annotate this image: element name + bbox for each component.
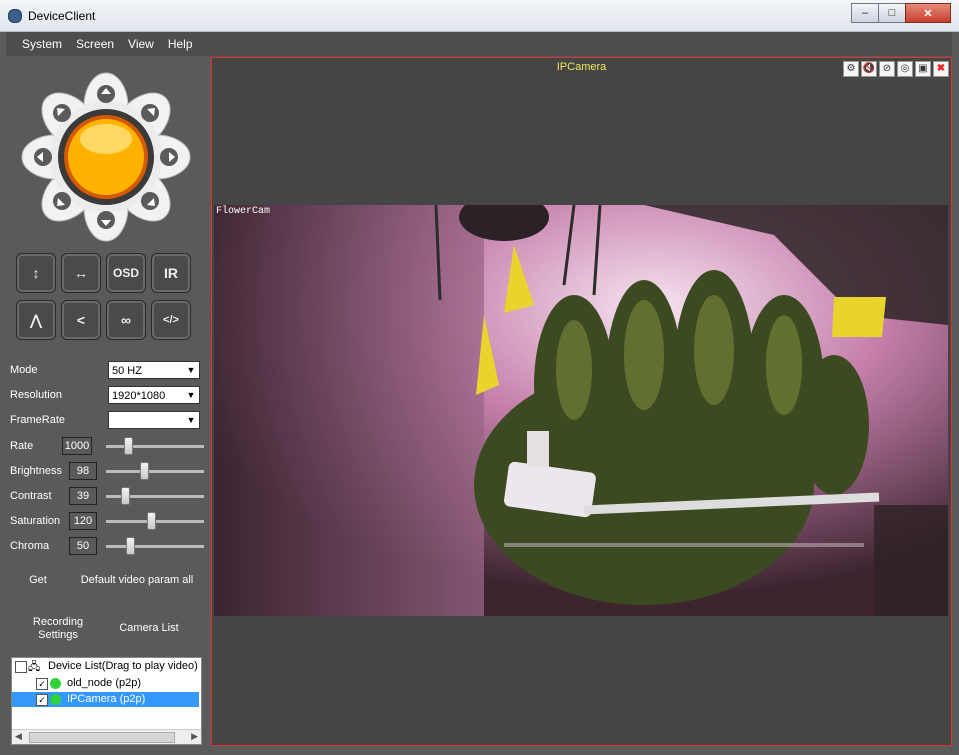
resolution-label: Resolution [10, 389, 62, 401]
rate-label: Rate [10, 440, 34, 452]
recording-settings-button[interactable]: Recording Settings [24, 616, 92, 642]
ptz-center-button[interactable] [68, 119, 144, 195]
menu-view[interactable]: View [128, 37, 154, 51]
maximize-button[interactable]: □ [878, 3, 906, 23]
tree-horizontal-scrollbar[interactable]: ◀ ▶ [12, 729, 201, 744]
ir-button[interactable]: IR [151, 253, 191, 293]
mode-select[interactable]: 50 HZ ▼ [108, 361, 200, 379]
rate-slider[interactable] [106, 437, 204, 455]
cruise-vertical-button[interactable]: ⋀ [16, 300, 56, 340]
device-tree: 🖧 Device List(Drag to play video) ✓ old_… [11, 657, 202, 745]
online-status-icon [50, 678, 61, 689]
close-button[interactable]: ✕ [905, 3, 951, 23]
scroll-right-icon[interactable]: ▶ [191, 731, 198, 742]
device-list-label: Device List(Drag to play video) [48, 660, 198, 672]
window-title: DeviceClient [28, 9, 96, 23]
rate-row: Rate 1000 [10, 436, 204, 456]
flip-horizontal-button[interactable]: ↔ [61, 253, 101, 293]
contrast-label: Contrast [10, 490, 52, 502]
menu-help[interactable]: Help [168, 37, 193, 51]
mode-value: 50 HZ [112, 365, 142, 377]
record-off-icon[interactable]: ◎ [897, 61, 913, 77]
ptz-up-right-button[interactable] [141, 104, 159, 122]
device-name: old_node (p2p) [67, 677, 142, 689]
mode-row: Mode 50 HZ ▼ [10, 360, 202, 380]
cruise-loop-button[interactable]: ∞ [106, 300, 146, 340]
close-video-icon[interactable]: ✖ [933, 61, 949, 77]
rate-value[interactable]: 1000 [62, 437, 92, 455]
ptz-up-left-button[interactable] [53, 104, 71, 122]
tree-item[interactable]: ✓ old_node (p2p) [12, 676, 199, 691]
saturation-label: Saturation [10, 515, 61, 527]
framerate-select[interactable]: ▼ [108, 411, 200, 429]
chevron-down-icon: ▼ [186, 365, 196, 375]
network-icon: 🖧 [28, 661, 41, 673]
tree-item-selected[interactable]: ✓ IPCamera (p2p) [12, 692, 199, 707]
ptz-down-right-button[interactable] [141, 192, 159, 210]
menu-system[interactable]: System [22, 37, 62, 51]
saturation-value[interactable]: 120 [69, 512, 97, 530]
settings-gear-icon[interactable]: ⚙ [843, 61, 859, 77]
default-video-param-button[interactable]: Default video param all [72, 574, 202, 586]
ptz-control [21, 72, 191, 242]
contrast-slider-thumb[interactable] [121, 487, 130, 505]
video-panel: IPCamera ⚙ 🔇 ⊘ ◎ ▣ ✖ FlowerCam [211, 57, 952, 746]
scroll-thumb[interactable] [29, 732, 175, 743]
flip-vertical-button[interactable]: ↕ [16, 253, 56, 293]
mic-mute-icon[interactable]: ⊘ [879, 61, 895, 77]
chroma-label: Chroma [10, 540, 50, 552]
mode-label: Mode [10, 364, 38, 376]
chroma-slider-thumb[interactable] [126, 537, 135, 555]
contrast-slider[interactable] [106, 487, 204, 505]
chroma-slider[interactable] [106, 537, 204, 555]
online-status-icon [50, 694, 61, 705]
root-checkbox[interactable] [15, 661, 27, 673]
osd-button[interactable]: OSD [106, 253, 146, 293]
video-overlay-label: FlowerCam [216, 206, 271, 217]
ptz-down-left-button[interactable] [53, 192, 71, 210]
contrast-row: Contrast 39 [10, 486, 204, 506]
menu-screen[interactable]: Screen [76, 37, 114, 51]
title-bar: DeviceClient ‒ □ ✕ [0, 0, 959, 32]
scroll-left-icon[interactable]: ◀ [15, 731, 22, 742]
video-feed[interactable]: FlowerCam [214, 205, 948, 616]
control-panel: ↕ ↔ OSD IR ⋀ < ∞ </> Mode 50 HZ ▼ Resolut… [6, 57, 206, 750]
camera-list-button[interactable]: Camera List [110, 622, 188, 634]
cruise-horizontal-button[interactable]: < [61, 300, 101, 340]
framerate-label: FrameRate [10, 414, 66, 426]
brightness-slider[interactable] [106, 462, 204, 480]
item-checkbox[interactable]: ✓ [36, 694, 48, 706]
audio-mute-icon[interactable]: 🔇 [861, 61, 877, 77]
chroma-value[interactable]: 50 [69, 537, 97, 555]
function-buttons: ↕ ↔ OSD IR ⋀ < ∞ </> [16, 253, 191, 340]
saturation-slider-thumb[interactable] [147, 512, 156, 530]
menu-bar: System Screen View Help [6, 32, 952, 56]
code-button[interactable]: </> [151, 300, 191, 340]
resolution-row: Resolution 1920*1080 ▼ [10, 385, 202, 405]
chevron-down-icon: ▼ [186, 390, 196, 400]
saturation-slider[interactable] [106, 512, 204, 530]
chevron-down-icon: ▼ [186, 415, 196, 425]
framerate-row: FrameRate ▼ [10, 410, 202, 430]
get-button[interactable]: Get [20, 574, 56, 586]
brightness-slider-thumb[interactable] [140, 462, 149, 480]
item-checkbox[interactable]: ✓ [36, 678, 48, 690]
brightness-row: Brightness 98 [10, 461, 204, 481]
snapshot-icon[interactable]: ▣ [915, 61, 931, 77]
camera-image [214, 205, 948, 616]
resolution-value: 1920*1080 [112, 390, 166, 402]
brightness-label: Brightness [10, 465, 62, 477]
minimize-button[interactable]: ‒ [851, 3, 879, 23]
app-icon [8, 9, 22, 23]
video-toolbar: ⚙ 🔇 ⊘ ◎ ▣ ✖ [841, 61, 949, 77]
resolution-select[interactable]: 1920*1080 ▼ [108, 386, 200, 404]
device-name: IPCamera (p2p) [67, 693, 146, 705]
contrast-value[interactable]: 39 [69, 487, 97, 505]
chroma-row: Chroma 50 [10, 536, 204, 556]
brightness-value[interactable]: 98 [69, 462, 97, 480]
rate-slider-thumb[interactable] [124, 437, 133, 455]
saturation-row: Saturation 120 [10, 511, 204, 531]
device-list-root[interactable]: 🖧 Device List(Drag to play video) [15, 659, 199, 674]
